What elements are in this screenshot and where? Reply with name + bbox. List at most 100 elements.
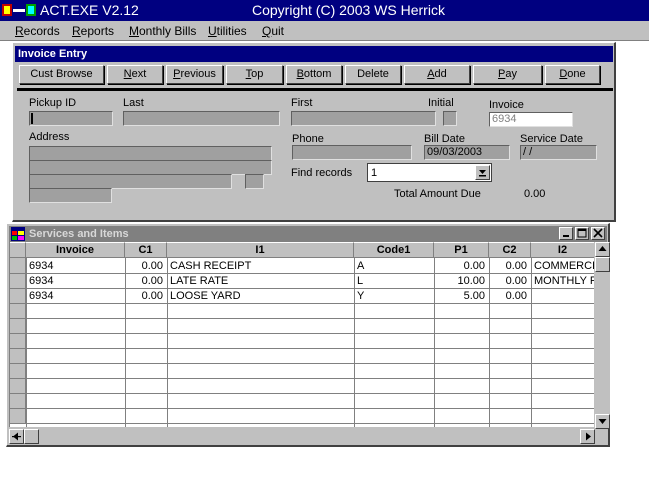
phone-field[interactable] xyxy=(292,145,412,160)
first-label: First xyxy=(291,97,313,109)
done-button[interactable]: Done xyxy=(545,65,600,84)
address-line-2-field[interactable] xyxy=(29,160,272,175)
grid-line xyxy=(10,303,594,304)
col-header-invoice[interactable]: Invoice xyxy=(26,242,125,258)
total-amount-due-value: 0.00 xyxy=(524,188,546,200)
first-name-field[interactable] xyxy=(291,111,436,126)
pay-button[interactable]: Pay xyxy=(473,65,542,84)
row-selector[interactable] xyxy=(10,258,26,273)
row-selector[interactable] xyxy=(10,348,26,363)
city-field[interactable] xyxy=(29,174,232,189)
cell-i2[interactable]: COMMERCIAL xyxy=(531,259,594,273)
state-field[interactable] xyxy=(245,174,264,189)
title-bar: ACT.EXE V2.12 Copyright (C) 2003 WS Herr… xyxy=(0,0,649,21)
dropdown-button[interactable] xyxy=(475,165,490,180)
next-button[interactable]: Next xyxy=(107,65,163,84)
col-header-p1[interactable]: P1 xyxy=(434,242,489,258)
menu-quit[interactable]: Quit xyxy=(262,24,284,38)
row-selector[interactable] xyxy=(10,303,26,318)
horizontal-scrollbar[interactable] xyxy=(9,429,595,444)
cell-c2[interactable]: 0.00 xyxy=(489,274,531,288)
row-selector[interactable] xyxy=(10,363,26,378)
pickup-id-field[interactable] xyxy=(29,111,113,126)
scroll-left-button[interactable] xyxy=(9,429,24,444)
vertical-scrollbar[interactable] xyxy=(595,242,610,429)
cell-p1[interactable]: 10.00 xyxy=(434,274,489,288)
cell-i1[interactable]: LATE RATE xyxy=(167,274,354,288)
cell-invoice[interactable]: 6934 xyxy=(26,289,125,303)
cell-code1[interactable]: L xyxy=(354,274,434,288)
top-button[interactable]: Top xyxy=(226,65,283,84)
services-window: Services and Items Invoice C1 I1 Code1 P… xyxy=(6,223,610,447)
col-header-c2[interactable]: C2 xyxy=(489,242,531,258)
minimize-icon xyxy=(563,235,569,237)
cell-c1[interactable]: 0.00 xyxy=(125,274,167,288)
previous-button[interactable]: Previous xyxy=(166,65,223,84)
row-selector[interactable] xyxy=(10,273,26,288)
invoice-field[interactable]: 6934 xyxy=(489,112,573,127)
menu-reports[interactable]: Reports xyxy=(72,24,114,38)
menu-records[interactable]: Records xyxy=(15,24,60,38)
cell-code1[interactable]: A xyxy=(354,259,434,273)
scroll-down-button[interactable] xyxy=(595,414,610,429)
row-selector[interactable] xyxy=(10,318,26,333)
row-selector[interactable] xyxy=(10,333,26,348)
initial-field[interactable] xyxy=(443,111,457,126)
row-selector[interactable] xyxy=(10,393,26,408)
col-header-code1[interactable]: Code1 xyxy=(354,242,434,258)
bill-date-field[interactable]: 09/03/2003 xyxy=(424,145,510,160)
pickup-id-label: Pickup ID xyxy=(29,97,77,109)
cell-i1[interactable]: CASH RECEIPT xyxy=(167,259,354,273)
last-label: Last xyxy=(123,97,144,109)
row-selector[interactable] xyxy=(10,288,26,303)
maximize-button[interactable] xyxy=(575,227,589,240)
cell-i2[interactable] xyxy=(531,289,594,303)
text-cursor xyxy=(31,113,33,124)
zip-field[interactable] xyxy=(29,188,112,203)
grid-line xyxy=(10,363,594,364)
cell-i1[interactable]: LOOSE YARD xyxy=(167,289,354,303)
scroll-right-button[interactable] xyxy=(580,429,595,444)
arrow-left-icon xyxy=(12,432,21,441)
cell-i2[interactable]: MONTHLY RATE xyxy=(531,274,594,288)
cell-code1[interactable]: Y xyxy=(354,289,434,303)
toolbar-separator xyxy=(17,88,613,91)
add-button[interactable]: Add xyxy=(404,65,470,84)
minimize-button[interactable] xyxy=(559,227,573,240)
vertical-scroll-thumb[interactable] xyxy=(595,257,610,272)
close-button[interactable] xyxy=(591,227,605,240)
menu-utilities[interactable]: Utilities xyxy=(208,24,247,38)
close-icon xyxy=(593,228,603,238)
menu-bar: Records Reports Monthly Bills Utilities … xyxy=(0,21,649,41)
grid-line xyxy=(10,393,594,394)
scroll-up-button[interactable] xyxy=(595,242,610,257)
row-selector[interactable] xyxy=(10,408,26,423)
grid-line xyxy=(10,423,594,424)
find-records-dropdown[interactable]: 1 xyxy=(367,163,492,182)
find-records-value: 1 xyxy=(371,167,378,179)
menu-monthly-bills[interactable]: Monthly Bills xyxy=(129,24,196,38)
cell-p1[interactable]: 5.00 xyxy=(434,289,489,303)
cell-invoice[interactable]: 6934 xyxy=(26,259,125,273)
col-header-i2[interactable]: I2 xyxy=(531,242,594,258)
horizontal-scroll-thumb[interactable] xyxy=(24,429,39,444)
row-selector[interactable] xyxy=(10,378,26,393)
cell-p1[interactable]: 0.00 xyxy=(434,259,489,273)
bottom-button[interactable]: Bottom xyxy=(286,65,342,84)
invoice-entry-panel: Invoice Entry Cust Browse Next Previous … xyxy=(12,42,616,222)
address-line-1-field[interactable] xyxy=(29,146,272,161)
initial-label: Initial xyxy=(428,97,454,109)
delete-button[interactable]: Delete xyxy=(345,65,401,84)
cell-c2[interactable]: 0.00 xyxy=(489,289,531,303)
col-header-i1[interactable]: I1 xyxy=(167,242,354,258)
col-header-c1[interactable]: C1 xyxy=(125,242,167,258)
cell-invoice[interactable]: 6934 xyxy=(26,274,125,288)
cell-c1[interactable]: 0.00 xyxy=(125,289,167,303)
last-name-field[interactable] xyxy=(123,111,280,126)
service-date-field[interactable]: / / xyxy=(520,145,597,160)
services-title: Services and Items xyxy=(29,228,129,240)
cell-c1[interactable]: 0.00 xyxy=(125,259,167,273)
arrow-down-icon xyxy=(598,419,607,424)
cell-c2[interactable]: 0.00 xyxy=(489,259,531,273)
cust-browse-button[interactable]: Cust Browse xyxy=(19,65,104,84)
